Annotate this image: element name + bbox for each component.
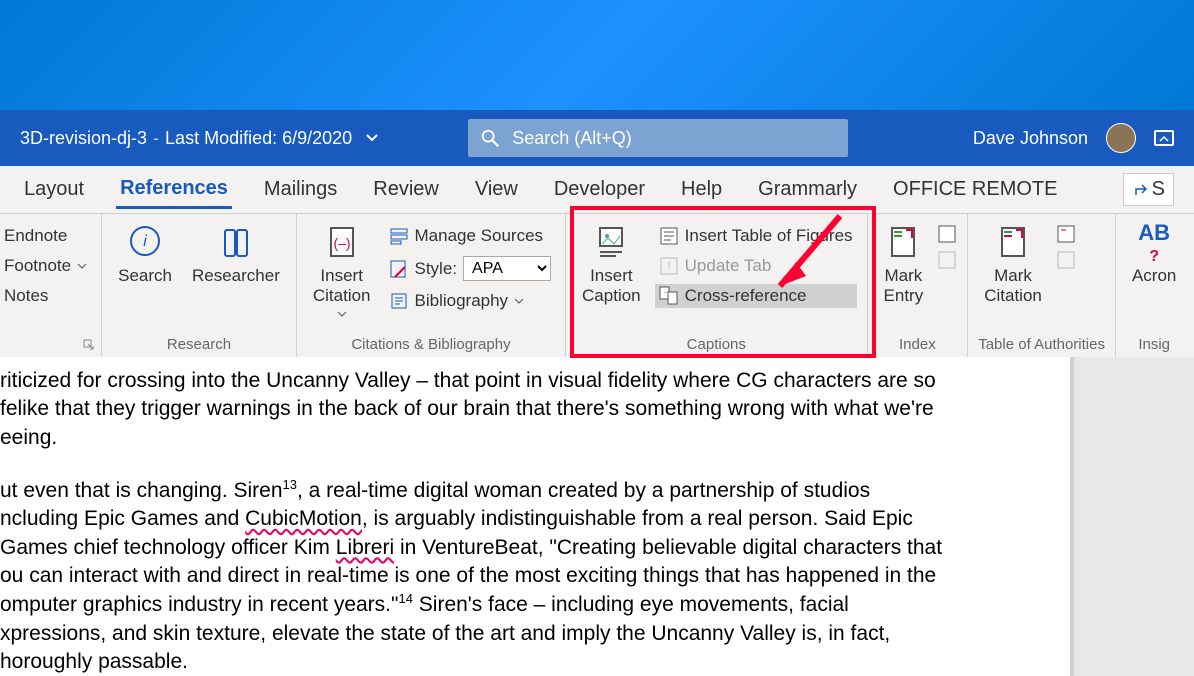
search-bubble-icon: i bbox=[126, 224, 164, 262]
tab-help[interactable]: Help bbox=[677, 172, 726, 207]
smart-lookup-button[interactable]: i Search bbox=[112, 220, 178, 290]
paragraph-line: ou can interact with and direct in real-… bbox=[0, 562, 960, 590]
paragraph-line: felike that they trigger warnings in the… bbox=[0, 395, 960, 423]
acronyms-button[interactable]: AB? Acron bbox=[1126, 220, 1182, 290]
autosave-dropdown-icon[interactable] bbox=[366, 134, 378, 142]
svg-text:!: ! bbox=[667, 259, 670, 273]
page-background bbox=[1074, 357, 1194, 676]
cross-reference-label: Cross-reference bbox=[685, 286, 807, 306]
document-body[interactable]: riticized for crossing into the Uncanny … bbox=[0, 357, 1194, 676]
authorities-group-label: Table of Authorities bbox=[978, 334, 1105, 355]
next-footnote-button[interactable]: Footnote bbox=[0, 254, 91, 278]
tab-review[interactable]: Review bbox=[369, 172, 443, 207]
table-figures-icon bbox=[659, 226, 679, 246]
share-label: S bbox=[1152, 178, 1165, 201]
share-button[interactable]: S bbox=[1123, 173, 1174, 206]
cross-reference-button[interactable]: - Cross-reference bbox=[655, 284, 857, 308]
paragraph-line: ncluding Epic Games and CubicMotion, is … bbox=[0, 505, 960, 533]
paragraph-line: xpressions, and skin texture, elevate th… bbox=[0, 620, 960, 648]
insert-citation-button[interactable]: (–) Insert Citation bbox=[307, 220, 377, 321]
tab-references[interactable]: References bbox=[116, 171, 232, 209]
style-icon bbox=[389, 259, 409, 279]
mark-citation-label: Mark Citation bbox=[984, 266, 1042, 307]
tab-developer[interactable]: Developer bbox=[550, 172, 649, 207]
svg-text:(–): (–) bbox=[333, 235, 350, 251]
account-username[interactable]: Dave Johnson bbox=[973, 128, 1088, 149]
style-dropdown[interactable]: APA bbox=[463, 256, 551, 281]
search-icon bbox=[480, 128, 500, 148]
manage-sources-label: Manage Sources bbox=[415, 226, 544, 246]
paragraph-line: riticized for crossing into the Uncanny … bbox=[0, 367, 960, 395]
account-avatar[interactable] bbox=[1106, 123, 1136, 153]
insert-caption-button[interactable]: Insert Caption bbox=[576, 220, 647, 311]
acron-label: Acron bbox=[1132, 266, 1176, 286]
svg-text:i: i bbox=[143, 233, 147, 250]
footnotes-group-label bbox=[0, 334, 91, 355]
ribbon-tabs: Layout References Mailings Review View D… bbox=[0, 166, 1194, 214]
bibliography-button[interactable]: Bibliography bbox=[385, 289, 556, 313]
tab-office-remote[interactable]: OFFICE REMOTE bbox=[889, 172, 1061, 207]
tell-me-search[interactable] bbox=[468, 119, 848, 157]
document-filename: 3D-revision-dj-3 bbox=[20, 128, 147, 149]
svg-text:-: - bbox=[664, 288, 667, 297]
insert-table-figures-label: Insert Table of Figures bbox=[685, 226, 853, 246]
mark-entry-button[interactable]: Mark Entry bbox=[878, 220, 930, 311]
tab-grammarly[interactable]: Grammarly bbox=[754, 172, 861, 207]
desktop-wallpaper bbox=[0, 0, 1194, 110]
mark-citation-button[interactable]: Mark Citation bbox=[978, 220, 1048, 311]
style-label: Style: bbox=[415, 259, 458, 279]
mark-entry-icon bbox=[884, 224, 922, 262]
mark-citation-icon bbox=[994, 224, 1032, 262]
manage-sources-button[interactable]: Manage Sources bbox=[385, 224, 556, 248]
citations-group-label: Citations & Bibliography bbox=[307, 334, 555, 355]
update-table-icon: ! bbox=[659, 256, 679, 276]
captions-group-label: Captions bbox=[576, 334, 857, 355]
search-input[interactable] bbox=[512, 128, 836, 149]
footnotes-dialog-launcher[interactable] bbox=[83, 339, 97, 353]
insert-caption-label: Insert Caption bbox=[582, 266, 641, 307]
update-table-button: ! Update Tab bbox=[655, 254, 857, 278]
show-notes-button[interactable]: Notes bbox=[0, 284, 91, 308]
last-modified-label: Last Modified: 6/9/2020 bbox=[165, 128, 352, 149]
researcher-button[interactable]: Researcher bbox=[186, 220, 286, 290]
search-label: Search bbox=[118, 266, 172, 286]
insert-endnote-button[interactable]: Endnote bbox=[0, 224, 91, 248]
index-group-label: Index bbox=[878, 334, 958, 355]
update-toa-icon bbox=[1056, 250, 1076, 270]
abbrev-group-label: Insig bbox=[1126, 334, 1182, 355]
title-dash: - bbox=[153, 128, 159, 149]
update-table-label: Update Tab bbox=[685, 256, 772, 276]
citation-style-control[interactable]: Style: APA bbox=[385, 254, 556, 283]
ribbon-display-icon[interactable] bbox=[1154, 130, 1174, 146]
paragraph-line: omputer graphics industry in recent year… bbox=[0, 590, 960, 619]
books-icon bbox=[217, 224, 255, 262]
cross-reference-icon: - bbox=[659, 286, 679, 306]
research-group-label: Research bbox=[112, 334, 286, 355]
ribbon: Endnote Footnote Notes i Search Researc bbox=[0, 214, 1194, 357]
bibliography-label: Bibliography bbox=[415, 291, 509, 311]
manage-sources-icon bbox=[389, 226, 409, 246]
mark-entry-label: Mark Entry bbox=[884, 266, 924, 307]
paragraph-line: Games chief technology officer Kim Libre… bbox=[0, 534, 960, 562]
insert-toa-icon[interactable] bbox=[1056, 224, 1076, 244]
caption-icon bbox=[592, 224, 630, 262]
citation-icon: (–) bbox=[323, 224, 361, 262]
insert-citation-label: Insert Citation bbox=[313, 266, 371, 307]
update-index-icon bbox=[937, 250, 957, 270]
word-titlebar: 3D-revision-dj-3 - Last Modified: 6/9/20… bbox=[0, 110, 1194, 166]
paragraph-line: eeing. bbox=[0, 424, 960, 452]
tab-view[interactable]: View bbox=[471, 172, 522, 207]
tab-mailings[interactable]: Mailings bbox=[260, 172, 341, 207]
ab-icon: AB? bbox=[1135, 224, 1173, 262]
researcher-label: Researcher bbox=[192, 266, 280, 286]
tab-layout[interactable]: Layout bbox=[20, 172, 88, 207]
bibliography-icon bbox=[389, 291, 409, 311]
paragraph-line: ut even that is changing. Siren13, a rea… bbox=[0, 476, 960, 505]
insert-index-icon[interactable] bbox=[937, 224, 957, 244]
insert-table-of-figures-button[interactable]: Insert Table of Figures bbox=[655, 224, 857, 248]
